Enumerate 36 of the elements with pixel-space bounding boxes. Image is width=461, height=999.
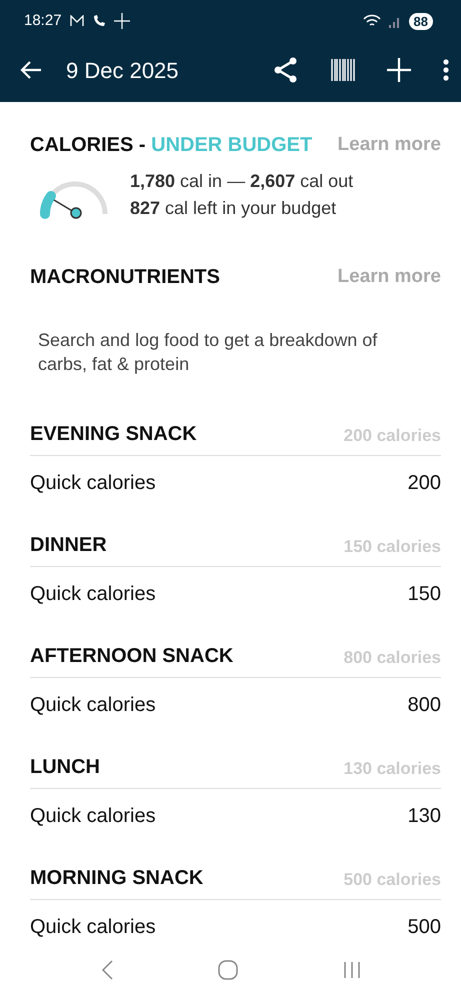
back-nav-icon[interactable] — [100, 960, 112, 980]
phone-icon — [92, 14, 106, 28]
sparkle-icon — [114, 13, 130, 29]
entry-label[interactable]: Quick calories — [30, 690, 156, 720]
entry-calories: 800 — [408, 692, 441, 718]
entry-label[interactable]: Quick calories — [30, 468, 156, 498]
battery-indicator: 88 — [408, 12, 433, 30]
entry-calories: 150 — [408, 582, 441, 607]
meal-title: MORNING SNACK — [30, 866, 204, 891]
entry-calories: 500 — [408, 914, 441, 940]
entry-label[interactable]: Quick calories — [30, 912, 156, 942]
meal-title: AFTERNOON SNACK — [30, 644, 234, 669]
recents-nav-icon[interactable] — [342, 961, 360, 979]
mail-icon — [70, 15, 84, 27]
meal-title: DINNER — [30, 532, 107, 558]
section-title: MACRONUTRIENTS — [30, 265, 220, 290]
wifi-icon — [362, 14, 381, 28]
calories-left: 827 cal left in your budget — [130, 197, 338, 220]
entry-label[interactable]: Quick calories — [30, 800, 156, 831]
calories-summary: 1,780 cal in — 2,607 cal out — [130, 170, 354, 193]
status-time: 18:27 — [24, 10, 62, 31]
more-icon[interactable] — [443, 59, 449, 81]
entry-calories: 130 — [408, 804, 441, 829]
macronutrients-message: Search and log food to get a breakdown of carbs, fat & protein — [38, 329, 378, 376]
entry-calories: 200 — [408, 470, 441, 496]
meal-title: EVENING SNACK — [30, 422, 197, 447]
add-icon[interactable] — [387, 58, 411, 82]
entry-label[interactable]: Quick calories — [30, 578, 156, 609]
budget-status: UNDER BUDGET — [151, 134, 312, 156]
share-icon[interactable] — [273, 57, 299, 83]
back-icon[interactable] — [20, 60, 42, 80]
home-nav-icon[interactable] — [218, 960, 238, 980]
section-title: CALORIES - — [30, 134, 147, 156]
date-title: 9 Dec 2025 — [66, 56, 180, 84]
barcode-icon[interactable] — [331, 59, 355, 81]
meal-title: LUNCH — [30, 754, 100, 780]
